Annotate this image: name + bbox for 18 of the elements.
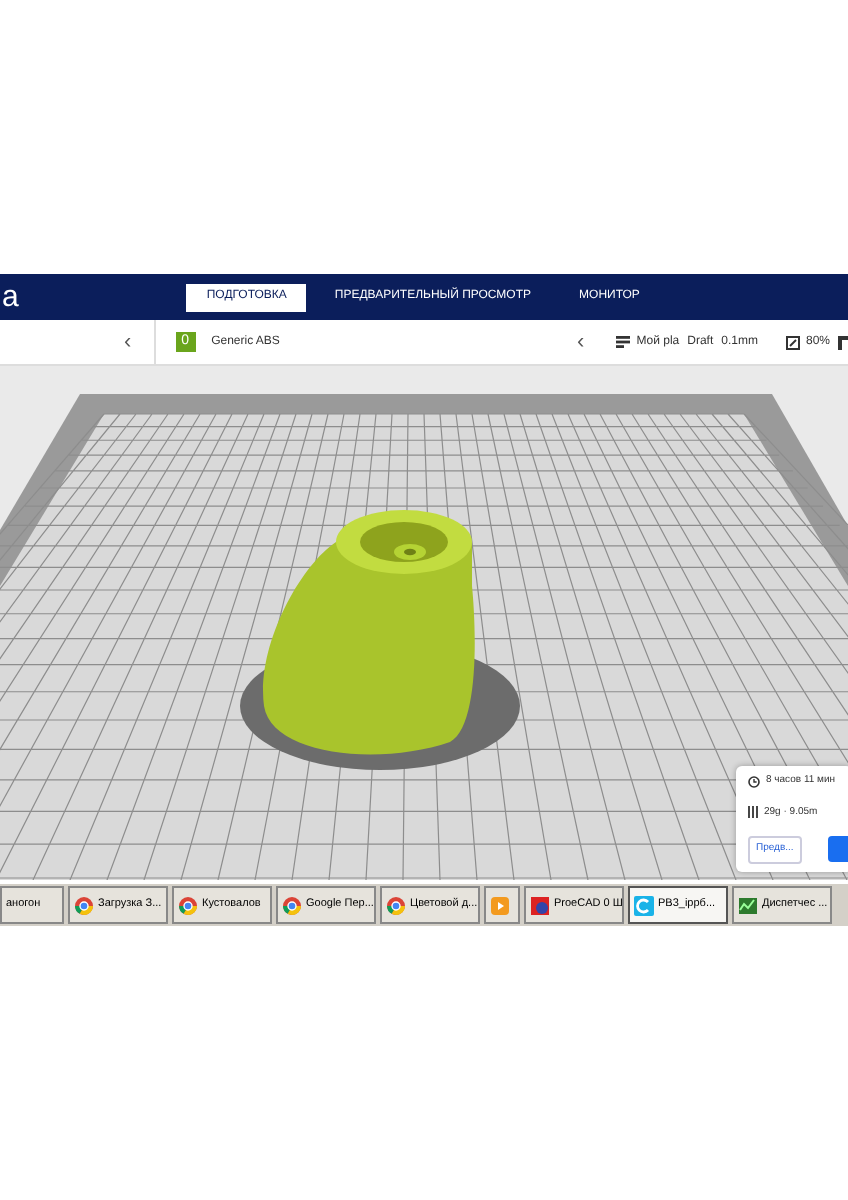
app-logo-text: a <box>0 278 19 318</box>
monitor-chart-icon <box>738 895 758 915</box>
browser-icon <box>178 895 198 915</box>
player-icon <box>490 895 510 915</box>
browser-icon <box>74 895 94 915</box>
cad-app-icon <box>530 895 550 915</box>
slice-button[interactable] <box>828 836 848 863</box>
browser-icon <box>282 895 302 915</box>
spool-icon <box>748 806 758 819</box>
infill-icon <box>785 335 800 349</box>
slicer-app-icon <box>634 895 654 915</box>
browser-icon <box>386 895 406 915</box>
collapse-chevron[interactable]: ‹ <box>124 325 132 359</box>
collapse-chevron[interactable]: ‹ <box>577 325 585 359</box>
taskbar-button[interactable] <box>484 886 520 924</box>
support-icon <box>838 335 848 349</box>
clock-icon <box>748 775 760 788</box>
settings-lines-icon <box>616 336 631 348</box>
